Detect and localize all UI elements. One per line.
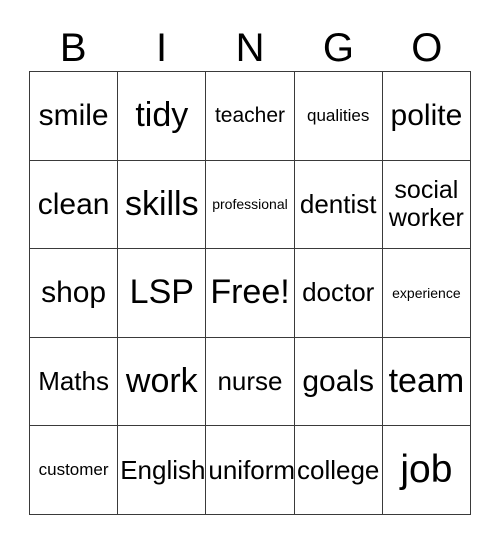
bingo-cell-label: doctor: [302, 277, 375, 308]
bingo-cell-label: team: [388, 361, 465, 400]
bingo-cell[interactable]: teacher: [206, 72, 295, 161]
bingo-cell[interactable]: clean: [30, 160, 119, 250]
bingo-cell-label: experience: [392, 284, 461, 301]
bingo-cell-label: Free!: [210, 273, 290, 312]
bingo-cell[interactable]: job: [382, 426, 471, 515]
bingo-cell[interactable]: experience: [382, 249, 471, 338]
bingo-cell-label: English: [120, 454, 206, 485]
header-letter-g: G: [322, 26, 354, 70]
bingo-cell[interactable]: shop: [30, 249, 119, 338]
bingo-grid: smile tidy teacher qualities polite clea…: [29, 71, 471, 515]
bingo-cell-label: goals: [302, 365, 375, 398]
bingo-cell[interactable]: customer: [30, 426, 119, 515]
bingo-cell[interactable]: skills: [118, 160, 207, 250]
bingo-cell[interactable]: smile: [30, 72, 119, 161]
bingo-cell[interactable]: Maths: [30, 337, 119, 427]
bingo-cell-label: teacher: [214, 103, 286, 127]
bingo-cell-label: uniform: [208, 454, 295, 485]
bingo-cell-label: work: [125, 361, 198, 400]
bingo-cell[interactable]: nurse: [206, 337, 295, 427]
bingo-cell[interactable]: goals: [294, 337, 383, 427]
bingo-cell[interactable]: professional: [206, 160, 295, 250]
bingo-cell[interactable]: dentist: [294, 160, 383, 250]
bingo-cell[interactable]: English: [118, 426, 207, 515]
bingo-cell-label: skills: [124, 184, 199, 223]
bingo-cell[interactable]: social worker: [382, 160, 471, 250]
bingo-cell[interactable]: LSP: [118, 249, 207, 338]
bingo-cell-label: qualities: [307, 105, 370, 125]
bingo-cell-label: LSP: [129, 273, 194, 312]
bingo-header: B I N G O: [29, 14, 471, 71]
bingo-cell-label: professional: [212, 196, 288, 213]
bingo-cell-label: job: [400, 447, 453, 491]
header-letter-o: O: [411, 26, 443, 70]
bingo-cell[interactable]: doctor: [294, 249, 383, 338]
bingo-cell-label: customer: [38, 460, 109, 480]
bingo-cell[interactable]: tidy: [118, 72, 207, 161]
bingo-cell-label: college: [296, 454, 380, 485]
bingo-cell-label: polite: [390, 99, 463, 133]
bingo-cell-label: Maths: [38, 366, 109, 397]
bingo-cell[interactable]: team: [382, 337, 471, 427]
header-letter-i: I: [156, 26, 168, 70]
bingo-cell-label: tidy: [135, 96, 189, 135]
bingo-cell[interactable]: uniform: [206, 426, 295, 515]
bingo-card: B I N G O smile tidy teacher qualities p…: [0, 0, 500, 544]
header-letter-b: B: [59, 26, 87, 70]
bingo-cell-label: shop: [41, 276, 107, 310]
bingo-cell-label: social worker: [388, 176, 464, 233]
bingo-cell[interactable]: qualities: [294, 72, 383, 161]
header-letter-n: N: [235, 26, 265, 70]
bingo-cell[interactable]: work: [118, 337, 207, 427]
bingo-cell[interactable]: polite: [382, 72, 471, 161]
bingo-cell-free[interactable]: Free!: [206, 249, 295, 338]
bingo-cell-label: nurse: [217, 366, 283, 397]
bingo-cell-label: dentist: [299, 188, 377, 219]
bingo-cell[interactable]: college: [294, 426, 383, 515]
bingo-cell-label: smile: [38, 99, 109, 133]
bingo-cell-label: clean: [37, 187, 110, 221]
